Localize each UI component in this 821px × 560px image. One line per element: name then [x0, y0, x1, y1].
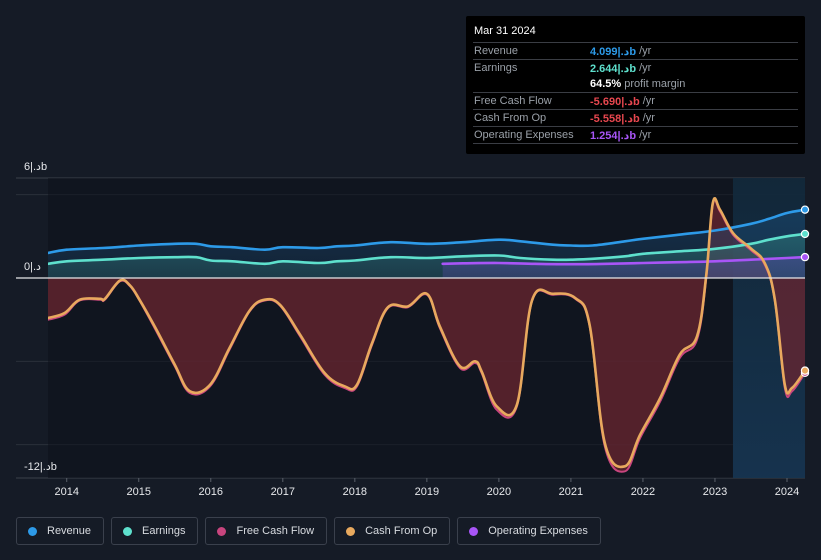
x-tick-label: 2024: [775, 486, 799, 498]
tooltip-row-unit: profit margin: [624, 78, 686, 90]
x-tick-label: 2017: [271, 486, 295, 498]
legend-dot-icon: [469, 526, 479, 536]
revenue-end-marker: [800, 205, 810, 214]
tooltip-row: Revenue 4.099|.دb/yr: [473, 43, 798, 60]
legend-label: Earnings: [142, 525, 186, 537]
tooltip-row-label: Free Cash Flow: [474, 95, 552, 107]
tooltip-row-label: Operating Expenses: [474, 129, 574, 141]
tooltip: Mar 31 2024 Revenue 4.099|.دb/yr Earnings 2…: [466, 16, 805, 154]
tooltip-row: 64.5% profit margin: [473, 76, 798, 93]
legend-item-cash-from-op[interactable]: Cash From Op: [334, 517, 451, 545]
earnings-end-marker: [800, 229, 810, 239]
legend-item-revenue[interactable]: Revenue: [16, 517, 105, 545]
tooltip-row-label: Earnings: [474, 62, 518, 74]
legend-label: Operating Expenses: [488, 525, 588, 537]
tooltip-row: Free Cash Flow -5.690|.دb/yr: [473, 93, 798, 110]
operating-expenses-end-marker: [800, 252, 810, 262]
y-tick-label-zero: 0|.د: [24, 261, 41, 273]
tooltip-row-unit: /yr: [639, 129, 652, 141]
x-tick-label: 2021: [559, 486, 583, 498]
x-tick-label: 2016: [199, 486, 223, 498]
tooltip-row-value: 2.644|.دb: [590, 62, 637, 75]
tooltip-row-value: 64.5%: [590, 78, 622, 90]
y-tick-label-top: 6|.دb: [24, 161, 48, 173]
legend-label: Revenue: [47, 525, 92, 537]
x-tick-label: 2022: [631, 486, 655, 498]
x-tick-label: 2018: [343, 486, 367, 498]
tooltip-row-value: -5.558|.دb: [590, 112, 640, 125]
legend-item-earnings[interactable]: Earnings: [111, 517, 199, 545]
x-tick-label: 2023: [703, 486, 727, 498]
tooltip-row-unit: /yr: [642, 112, 655, 124]
tooltip-row-value: -5.690|.دb: [590, 95, 640, 108]
tooltip-row-unit: /yr: [639, 45, 652, 57]
legend-label: Cash From Op: [365, 525, 438, 537]
tooltip-row-value: 1.254|.دb: [590, 129, 637, 142]
x-tick-label: 2019: [415, 486, 439, 498]
cash-from-op-end-marker: [800, 366, 810, 375]
tooltip-row-label: Revenue: [474, 45, 519, 57]
legend-dot-icon: [28, 526, 37, 536]
tooltip-row-unit: /yr: [639, 62, 652, 74]
tooltip-date: Mar 31 2024: [473, 24, 798, 43]
x-tick-label: 2020: [487, 486, 511, 498]
tooltip-row-label: Cash From Op: [474, 112, 547, 124]
tooltip-row-value: 4.099|.دb: [590, 45, 637, 58]
legend-dot-icon: [123, 526, 133, 536]
legend-label: Free Cash Flow: [236, 525, 315, 537]
tooltip-row: Cash From Op -5.558|.دb/yr: [473, 110, 798, 127]
tooltip-row-unit: /yr: [642, 95, 655, 107]
tooltip-row: Operating Expenses 1.254|.دb/yr: [473, 127, 798, 144]
x-tick-label: 2014: [54, 486, 78, 498]
x-tick-label: 2015: [127, 486, 151, 498]
legend-item-operating-expenses[interactable]: Operating Expenses: [457, 517, 601, 545]
legend: Revenue Earnings Free Cash Flow Cash From O…: [16, 517, 601, 545]
legend-dot-icon: [217, 526, 227, 536]
legend-dot-icon: [346, 526, 356, 536]
tooltip-row: Earnings 2.644|.دb/yr: [473, 60, 798, 76]
legend-item-free-cash-flow[interactable]: Free Cash Flow: [205, 517, 328, 545]
y-tick-label-bottom: -12|.دb: [24, 461, 57, 473]
